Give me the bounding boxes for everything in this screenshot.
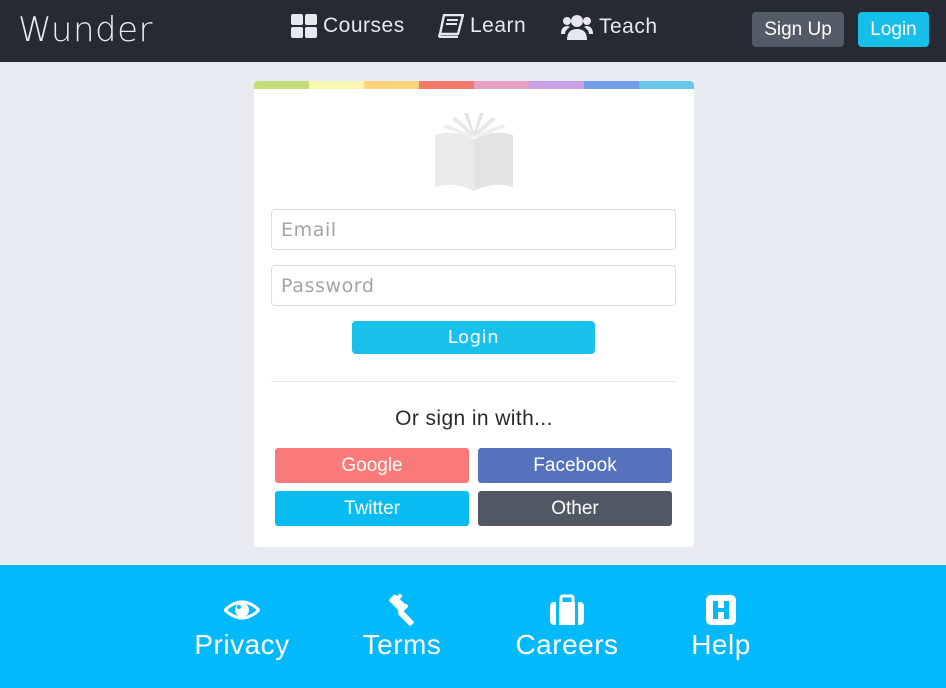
nav-learn[interactable]: Learn [438,14,526,38]
google-signin-button[interactable]: Google [275,448,469,483]
top-navbar: Wunder Courses Learn Teach Sign Up Login [0,0,946,62]
book-icon [438,14,464,38]
stripe-5 [474,81,529,89]
color-stripe-bar [254,81,694,89]
facebook-signin-button[interactable]: Facebook [478,448,672,483]
stripe-2 [309,81,364,89]
grid-icon [291,14,317,38]
stripe-6 [529,81,584,89]
briefcase-icon [550,594,584,625]
open-book-icon [435,113,513,191]
divider [271,381,676,382]
footer-terms-label: Terms [362,629,442,660]
footer-help-label: Help [691,629,751,660]
footer-privacy-label: Privacy [194,629,290,660]
nav-teach[interactable]: Teach [561,14,658,40]
login-card: Login Or sign in with... Google Facebook… [254,81,694,547]
nav-courses-label: Courses [323,14,405,37]
signup-button[interactable]: Sign Up [752,12,844,47]
login-button[interactable]: Login [352,321,595,354]
eye-icon [224,600,260,620]
footer-careers-label: Careers [515,629,619,660]
stripe-8 [639,81,694,89]
users-icon [561,15,593,40]
email-field[interactable] [271,209,676,250]
nav-learn-label: Learn [470,14,527,37]
brand-logo[interactable]: Wunder [18,10,153,50]
stripe-3 [364,81,419,89]
stripe-7 [584,81,639,89]
footer-careers-link[interactable]: Careers [515,593,619,661]
footer-terms-link[interactable]: Terms [362,593,442,661]
hospital-icon [706,595,736,625]
nav-teach-label: Teach [599,15,658,38]
footer-help-link[interactable]: Help [690,593,752,661]
nav-courses[interactable]: Courses [291,14,405,38]
twitter-signin-button[interactable]: Twitter [275,491,469,526]
stripe-1 [254,81,309,89]
alt-signin-label: Or sign in with... [395,407,553,430]
password-field[interactable] [271,265,676,306]
gavel-icon [389,593,414,626]
stripe-4 [419,81,474,89]
footer: Privacy Terms Careers Help [0,565,946,688]
other-signin-button[interactable]: Other [478,491,672,526]
header-login-button[interactable]: Login [858,12,929,47]
footer-privacy-link[interactable]: Privacy [194,593,290,661]
